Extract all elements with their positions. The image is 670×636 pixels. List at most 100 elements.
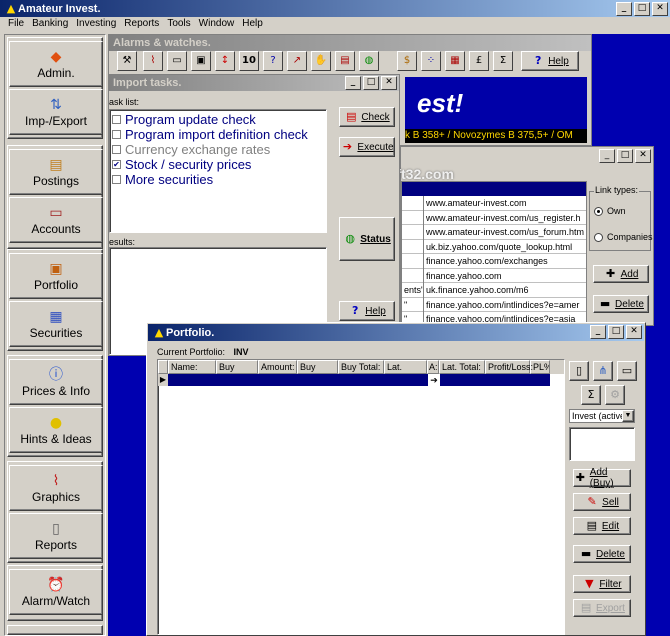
toolbar-chart-icon[interactable]: ⌇ [143,51,163,71]
col-buy-date[interactable]: Buy Date: [216,360,258,385]
link-url[interactable]: www.amateur-invest.com/us_register.h [424,211,586,225]
link-url[interactable]: finance.yahoo.com [424,269,586,283]
menu-investing[interactable]: Investing [72,17,120,33]
menu-help[interactable]: Help [238,17,267,33]
toolbar-hand-icon[interactable]: ✋ [311,51,331,71]
sidebar-item-postings[interactable]: ▤ Postings [9,149,103,195]
toolbar-question-icon[interactable]: ? [263,51,283,71]
col-buy-total[interactable]: Buy Total: [338,360,384,374]
sidebar-item-prices-info[interactable]: ⓘ Prices & Info [9,359,103,405]
col-a[interactable]: A: [427,360,439,374]
task-item-program-update[interactable]: Program update check [112,112,324,127]
companies-radio[interactable]: Companies [594,232,653,242]
sidebar-item-graphics[interactable]: ⌇ Graphics [9,465,103,511]
checkbox[interactable] [112,115,121,124]
portfolio-minimize-button[interactable]: _ [590,325,606,339]
task-item-program-import-definition[interactable]: Program import definition check [112,127,324,142]
sell-button[interactable]: ✎ Sell [573,493,631,511]
task-item-stock-prices[interactable]: ✔ Stock / security prices [112,157,324,172]
sidebar-item-hints-ideas[interactable]: ● Hints & Ideas [9,407,103,453]
task-list: Program update check Program import defi… [109,109,327,233]
col-amount[interactable]: Amount: [258,360,297,374]
portfolio-select[interactable]: Invest (active ▼ [569,409,635,423]
sidebar-item-admin[interactable]: ◆ Admin. [9,41,103,87]
status-button[interactable]: ◍ Status [339,217,395,261]
menu-file[interactable]: File [4,17,28,33]
checkbox[interactable] [112,145,121,154]
col-lat-total[interactable]: Lat. Total: [439,360,485,374]
edit-button[interactable]: ▤ Edit [573,517,631,535]
toolbar-money-icon[interactable]: $ [397,51,417,71]
sidebar-item-alarm-watch[interactable]: ⏰ Alarm/Watch [9,569,103,615]
col-profit-loss[interactable]: Profit/Loss: [485,360,533,374]
toolbar-pound-icon[interactable]: £ [469,51,489,71]
sidebar-item-reports[interactable]: ▯ Reports [9,513,103,559]
links-delete-button[interactable]: ▬ Delete [593,295,649,313]
portfolio-maximize-button[interactable]: □ [608,325,624,339]
col-pl-percent[interactable]: PL% [530,360,550,374]
links-add-button[interactable]: ✚ Add [593,265,649,283]
col-name[interactable]: Name: [168,360,216,374]
execute-button[interactable]: ➔ Execute [339,137,395,157]
settings-button[interactable]: ⚙ [605,385,625,405]
menu-tools[interactable]: Tools [163,17,194,33]
links-close-button[interactable]: ✕ [635,149,651,163]
menu-window[interactable]: Window [195,17,239,33]
sidebar-item-accounts[interactable]: ▭ Accounts [9,197,103,243]
menu-reports[interactable]: Reports [120,17,163,33]
toolbar-globe-icon[interactable]: ◍ [359,51,379,71]
link-url[interactable]: uk.biz.yahoo.com/quote_lookup.html [424,240,586,254]
toolbar-sum-icon[interactable]: Σ [493,51,513,71]
sidebar-item-imp-export[interactable]: ⇅ Imp-/Export [9,89,103,135]
export-button[interactable]: ▤ Export [573,599,631,617]
minimize-button[interactable]: _ [616,2,632,16]
chevron-down-icon[interactable]: ▼ [622,410,634,422]
calculator-button[interactable]: ▯ [569,361,589,381]
alarms-help-button[interactable]: ? Help [521,51,579,71]
sidebar-item-portfolio[interactable]: ▣ Portfolio [9,253,103,299]
tree-button[interactable]: ⋔ [593,361,613,381]
col-buy-price[interactable]: Buy Price: [297,360,338,385]
toolbar-ten-icon[interactable]: 10 [239,51,259,71]
table-row[interactable]: ▶ ➔ [158,374,564,386]
menu-banking[interactable]: Banking [28,17,72,33]
import-maximize-button[interactable]: □ [363,76,379,90]
sidebar: ◆ Admin. ⇅ Imp-/Export ▤ Postings ▭ Acco… [4,34,106,636]
portfolio-close-button[interactable]: ✕ [626,325,642,339]
close-button[interactable]: ✕ [652,2,668,16]
link-url[interactable]: uk.finance.yahoo.com/m6 [424,283,586,298]
link-url[interactable]: finance.yahoo.com/intlindices?e=amer [424,298,586,312]
toolbar-calc-icon[interactable]: ▦ [445,51,465,71]
checkbox[interactable] [112,175,121,184]
selected-row-cells[interactable]: ➔ [168,374,550,386]
sidebar-item-securities[interactable]: ▦ Securities [9,301,103,347]
own-radio[interactable]: Own [594,206,626,216]
import-close-button[interactable]: ✕ [381,76,397,90]
toolbar-windows-icon[interactable]: ▣ [191,51,211,71]
filter-button[interactable]: ▼ Filter [573,575,631,593]
delete-button[interactable]: ▬ Delete [573,545,631,563]
col-lat-price[interactable]: Lat. Price: [384,360,427,385]
toolbar-sort-icon[interactable]: ↕ [215,51,235,71]
toolbar-tool-icon[interactable]: ⚒ [117,51,137,71]
maximize-button[interactable]: □ [634,2,650,16]
check-button[interactable]: ▤ Check [339,107,395,127]
import-minimize-button[interactable]: _ [345,76,361,90]
add-buy-button[interactable]: ✚ Add (Buy) [573,467,631,489]
sum-button[interactable]: Σ [581,385,601,405]
toolbar-window-icon[interactable]: ▭ [167,51,187,71]
toolbar-document-icon[interactable]: ▤ [335,51,355,71]
toolbar-grid-icon[interactable]: ⁘ [421,51,441,71]
link-url[interactable]: finance.yahoo.com/exchanges [424,254,586,269]
checkbox[interactable] [112,130,121,139]
links-maximize-button[interactable]: □ [617,149,633,163]
print-button[interactable]: ▭ [617,361,637,381]
task-item-currency-rates[interactable]: Currency exchange rates [112,142,324,157]
toolbar-graph-icon[interactable]: ↗ [287,51,307,71]
import-help-button[interactable]: ? Help [339,301,395,321]
checkbox-checked[interactable]: ✔ [112,160,121,169]
link-url[interactable]: www.amateur-invest.com/us_forum.htm [424,225,586,240]
link-url[interactable]: www.amateur-invest.com [424,196,586,211]
task-item-more-securities[interactable]: More securities [112,172,324,187]
links-minimize-button[interactable]: _ [599,149,615,163]
